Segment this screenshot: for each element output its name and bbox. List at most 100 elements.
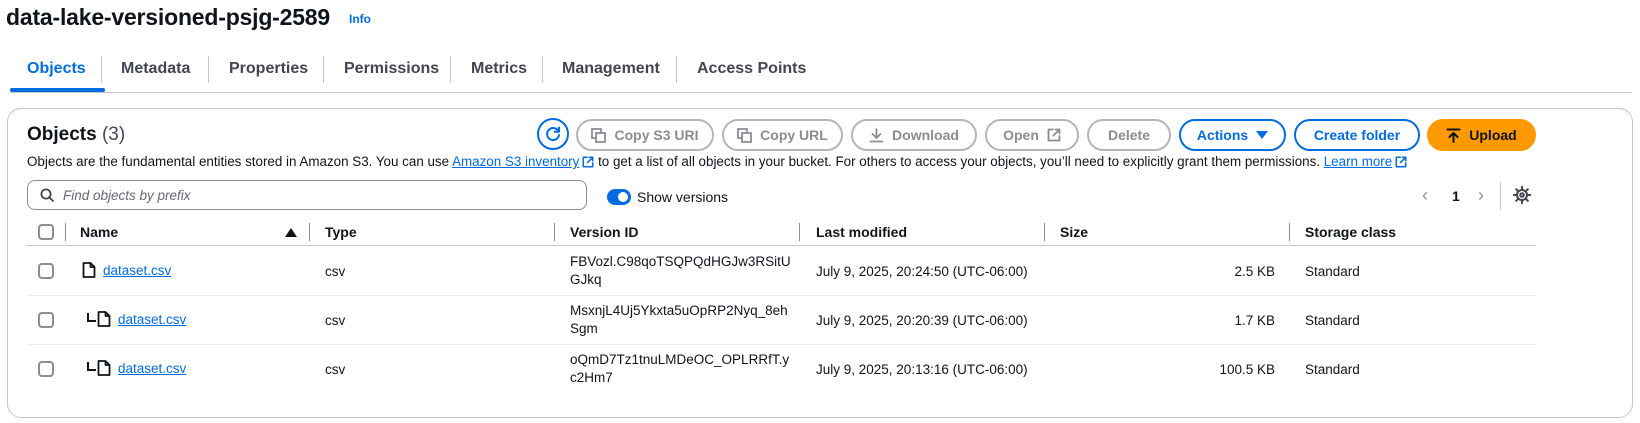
learn-more-link[interactable]: Learn more [1324,154,1392,169]
column-divider [65,223,66,241]
description-text-2: to get a list of all objects in your buc… [594,154,1324,169]
s3-inventory-link[interactable]: Amazon S3 inventory [452,154,579,169]
version-id: FBVozl.C98qoTSQPQdHGJw3RSitUGJkq [570,254,791,287]
current-page[interactable]: 1 [1452,188,1460,204]
copy-s3-uri-label: Copy S3 URI [614,127,699,143]
show-versions-toggle[interactable] [607,189,631,205]
object-name-link[interactable]: dataset.csv [118,361,186,376]
row-divider [27,344,1536,345]
column-divider [1044,223,1045,241]
object-type: csv [325,362,346,377]
row-checkbox[interactable] [38,361,54,377]
column-divider [1289,223,1290,241]
column-header-size[interactable]: Size [1060,224,1088,240]
external-link-icon [1047,128,1061,142]
column-divider [554,223,555,241]
storage-class: Standard [1305,362,1360,377]
info-link[interactable]: Info [349,12,371,26]
object-name-link[interactable]: dataset.csv [103,263,171,278]
tab-access-points[interactable]: Access Points [697,55,806,93]
last-modified: July 9, 2025, 20:20:39 (UTC-06:00) [816,313,1028,328]
copy-url-label: Copy URL [760,127,828,143]
copy-icon [737,127,753,143]
external-link-icon [582,156,594,168]
object-type: csv [325,313,346,328]
objects-count: (3) [101,124,126,145]
last-modified: July 9, 2025, 20:13:16 (UTC-06:00) [816,362,1028,377]
search-box[interactable] [27,180,587,210]
pager-divider [1500,182,1501,210]
storage-class: Standard [1305,313,1360,328]
row-divider [27,295,1536,296]
column-header-version-id[interactable]: Version ID [570,224,638,240]
objects-title-text: Objects [27,124,97,145]
copy-s3-uri-button[interactable]: Copy S3 URI [576,119,714,151]
column-divider [309,223,310,241]
file-icon [97,311,111,327]
upload-icon [1446,128,1461,143]
delete-button[interactable]: Delete [1087,119,1171,151]
row-checkbox[interactable] [38,263,54,279]
objects-description: Objects are the fundamental entities sto… [27,154,1407,169]
version-branch-icon [87,362,96,371]
tab-divider [676,56,677,83]
caret-down-icon [1256,131,1269,139]
active-tab-indicator [10,88,105,92]
tab-divider [208,56,209,83]
bucket-title: data-lake-versioned-psjg-2589 [6,4,330,30]
create-folder-label: Create folder [1313,127,1401,143]
object-size: 100.5 KB [1219,362,1275,377]
previous-page-icon[interactable]: ‹ [1422,185,1428,206]
version-id: MsxnjL4Uj5Ykxta5uOpRP2Nyq_8ehSgm [570,303,788,336]
last-modified: July 9, 2025, 20:24:50 (UTC-06:00) [816,264,1028,279]
column-header-storage-class[interactable]: Storage class [1305,224,1396,240]
object-size: 1.7 KB [1234,313,1275,328]
show-versions-label: Show versions [637,189,729,205]
tab-divider [542,56,543,83]
download-icon [869,127,884,142]
objects-panel-title: Objects (3) [27,124,125,146]
settings-gear-icon[interactable] [1512,185,1532,205]
tab-permissions[interactable]: Permissions [344,55,439,93]
open-label: Open [1003,127,1039,143]
upload-button[interactable]: Upload [1427,119,1536,151]
sort-ascending-icon[interactable] [285,228,297,237]
table-header-divider [27,245,1536,246]
tab-divider [323,56,324,83]
object-name-link[interactable]: dataset.csv [118,312,186,327]
tab-metrics[interactable]: Metrics [471,55,527,93]
storage-class: Standard [1305,264,1360,279]
create-folder-button[interactable]: Create folder [1294,119,1420,151]
upload-label: Upload [1469,127,1517,143]
actions-dropdown[interactable]: Actions [1179,119,1286,151]
actions-label: Actions [1196,127,1249,143]
tab-metadata[interactable]: Metadata [121,55,190,93]
column-header-type[interactable]: Type [325,224,357,240]
select-all-checkbox[interactable] [38,224,54,240]
object-size: 2.5 KB [1234,264,1275,279]
refresh-button[interactable] [537,118,569,150]
description-text-1: Objects are the fundamental entities sto… [27,154,453,169]
column-header-last-modified[interactable]: Last modified [816,224,907,240]
external-link-icon [1395,156,1407,168]
open-button[interactable]: Open [985,119,1079,151]
next-page-icon[interactable]: › [1478,185,1484,206]
copy-url-button[interactable]: Copy URL [722,119,843,151]
search-input[interactable] [63,187,563,203]
refresh-icon [546,126,560,142]
column-header-name[interactable]: Name [80,224,118,240]
download-label: Download [892,127,959,143]
tab-bar: Objects Metadata Properties Permissions … [10,55,1632,93]
tab-divider [450,56,451,83]
delete-label: Delete [1107,127,1151,143]
file-icon [82,262,96,278]
row-checkbox[interactable] [38,312,54,328]
object-type: csv [325,264,346,279]
download-button[interactable]: Download [851,119,977,151]
file-icon [97,360,111,376]
tab-divider [101,56,102,83]
tab-management[interactable]: Management [562,55,660,93]
tab-properties[interactable]: Properties [229,55,308,93]
column-divider [799,223,800,241]
search-icon [40,188,54,202]
